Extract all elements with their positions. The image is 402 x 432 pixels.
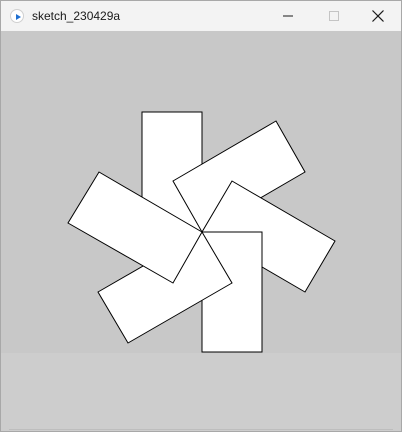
- sketch-canvas[interactable]: [1, 31, 401, 353]
- maximize-button[interactable]: [311, 1, 357, 31]
- processing-play-icon: [10, 9, 24, 23]
- maximize-icon: [329, 11, 339, 21]
- window-bottom-area: [1, 353, 401, 431]
- close-button[interactable]: [355, 1, 401, 31]
- pinwheel-drawing: [67, 111, 336, 353]
- sketch-window: sketch_230429a: [0, 0, 402, 432]
- title-bar[interactable]: sketch_230429a: [1, 1, 401, 31]
- minimize-icon: [283, 15, 293, 17]
- close-icon: [372, 10, 384, 22]
- window-title: sketch_230429a: [32, 9, 121, 23]
- bottom-divider: [9, 429, 393, 430]
- minimize-button[interactable]: [265, 1, 311, 31]
